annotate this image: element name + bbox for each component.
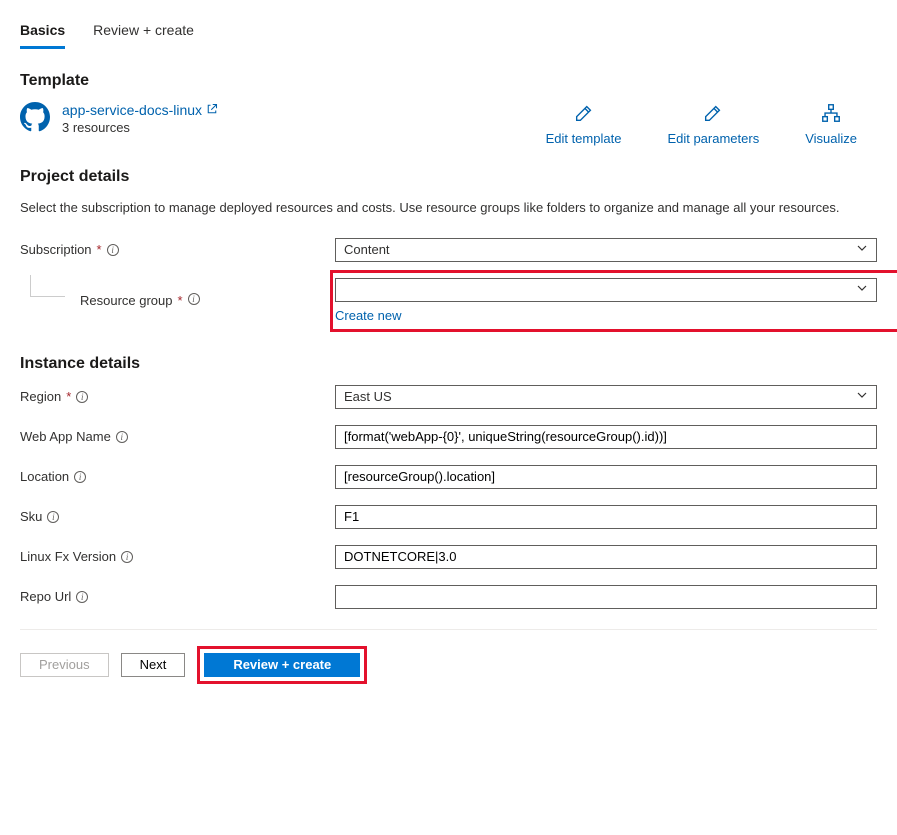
template-row: app-service-docs-linux 3 resources Edit …: [20, 102, 877, 146]
subscription-label: Subscription: [20, 242, 92, 257]
required-indicator: *: [97, 242, 102, 257]
hierarchy-icon: [820, 102, 842, 127]
tab-review-create[interactable]: Review + create: [93, 18, 194, 49]
highlight-review-create: Review + create: [197, 646, 367, 684]
linuxfx-input[interactable]: [335, 545, 877, 569]
webapp-name-row: Web App Name i: [20, 425, 877, 449]
create-new-link[interactable]: Create new: [335, 308, 401, 323]
info-icon[interactable]: i: [76, 591, 88, 603]
region-row: Region * i East US: [20, 385, 877, 409]
indent-bracket: [30, 275, 65, 297]
pencil-icon: [573, 102, 595, 127]
tab-basics[interactable]: Basics: [20, 18, 65, 49]
repo-url-row: Repo Url i: [20, 585, 877, 609]
external-link-icon: [206, 102, 218, 118]
linuxfx-label: Linux Fx Version: [20, 549, 116, 564]
info-icon[interactable]: i: [76, 391, 88, 403]
resource-group-row: Resource group * i Create new: [20, 278, 877, 323]
visualize-label: Visualize: [805, 131, 857, 146]
subscription-select[interactable]: Content: [335, 238, 877, 262]
tab-bar: Basics Review + create: [20, 18, 877, 50]
region-value: East US: [344, 389, 392, 404]
review-create-button[interactable]: Review + create: [204, 653, 360, 677]
info-icon[interactable]: i: [107, 244, 119, 256]
chevron-down-icon: [856, 242, 868, 257]
resource-group-label: Resource group: [80, 293, 173, 308]
info-icon[interactable]: i: [188, 293, 200, 305]
sku-row: Sku i: [20, 505, 877, 529]
edit-parameters-label: Edit parameters: [667, 131, 759, 146]
project-details-description: Select the subscription to manage deploy…: [20, 198, 877, 218]
location-row: Location i: [20, 465, 877, 489]
required-indicator: *: [66, 389, 71, 404]
subscription-row: Subscription * i Content: [20, 238, 877, 262]
info-icon[interactable]: i: [116, 431, 128, 443]
project-details-heading: Project details: [20, 168, 877, 186]
linuxfx-row: Linux Fx Version i: [20, 545, 877, 569]
location-input[interactable]: [335, 465, 877, 489]
template-heading: Template: [20, 72, 877, 90]
wizard-footer: Previous Next Review + create: [20, 629, 877, 684]
location-label: Location: [20, 469, 69, 484]
pencil-icon: [702, 102, 724, 127]
edit-template-button[interactable]: Edit template: [546, 102, 622, 146]
github-icon: [20, 102, 50, 135]
sku-input[interactable]: [335, 505, 877, 529]
required-indicator: *: [178, 293, 183, 308]
repo-url-input[interactable]: [335, 585, 877, 609]
template-resource-count: 3 resources: [62, 120, 218, 135]
edit-parameters-button[interactable]: Edit parameters: [667, 102, 759, 146]
info-icon[interactable]: i: [121, 551, 133, 563]
webapp-name-input[interactable]: [335, 425, 877, 449]
previous-button: Previous: [20, 653, 109, 677]
region-label: Region: [20, 389, 61, 404]
sku-label: Sku: [20, 509, 42, 524]
chevron-down-icon: [856, 282, 868, 297]
info-icon[interactable]: i: [74, 471, 86, 483]
repo-url-label: Repo Url: [20, 589, 71, 604]
instance-details-heading: Instance details: [20, 355, 877, 373]
chevron-down-icon: [856, 389, 868, 404]
template-source-text: app-service-docs-linux: [62, 102, 202, 118]
info-icon[interactable]: i: [47, 511, 59, 523]
region-select[interactable]: East US: [335, 385, 877, 409]
edit-template-label: Edit template: [546, 131, 622, 146]
template-source-link[interactable]: app-service-docs-linux: [62, 102, 218, 118]
resource-group-select[interactable]: [335, 278, 877, 302]
next-button[interactable]: Next: [121, 653, 186, 677]
visualize-button[interactable]: Visualize: [805, 102, 857, 146]
subscription-value: Content: [344, 242, 390, 257]
webapp-name-label: Web App Name: [20, 429, 111, 444]
